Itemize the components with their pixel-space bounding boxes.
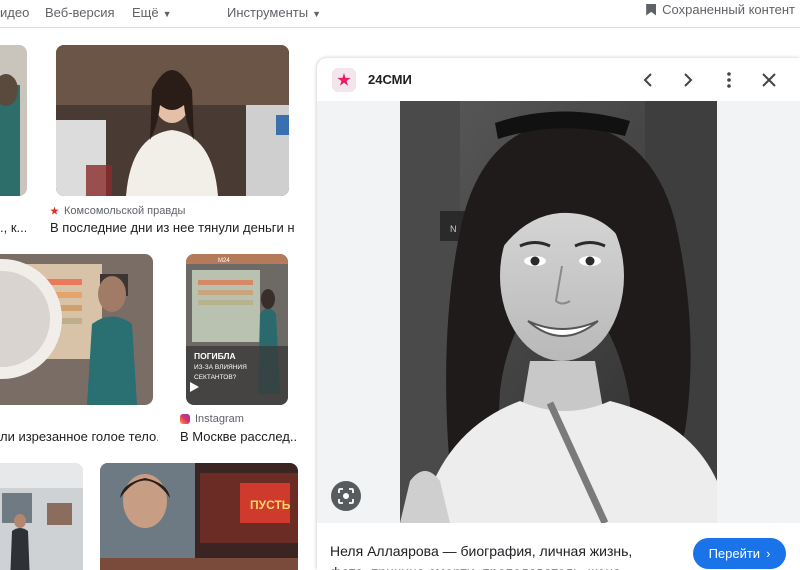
next-icon[interactable]	[676, 68, 700, 92]
image-viewer: N	[317, 101, 800, 523]
preview-image[interactable]: N	[400, 101, 717, 523]
visit-button-label: Перейти	[708, 546, 761, 561]
result-image	[0, 463, 83, 570]
result-image: ПУСТЬ	[100, 463, 298, 570]
result-source: Комсомольской правды	[50, 205, 185, 217]
instagram-favicon-icon	[180, 414, 190, 424]
prev-icon[interactable]	[636, 68, 660, 92]
image-description[interactable]: Неля Аллаярова — биография, личная жизнь…	[330, 541, 670, 570]
result-image	[0, 254, 153, 405]
result-title[interactable]: ., к...	[0, 220, 26, 235]
background-sign: N	[450, 224, 457, 234]
saved-content-label: Сохраненный контент	[662, 2, 795, 17]
panel-footer: Неля Аллаярова — биография, личная жизнь…	[317, 523, 800, 570]
top-nav: идео Веб-версия Ещё ▼ Инструменты ▼ Сохран…	[0, 0, 800, 28]
star-icon	[337, 73, 351, 86]
visit-button[interactable]: Перейти ›	[693, 538, 786, 569]
close-icon[interactable]	[757, 68, 781, 92]
source-logo-icon[interactable]	[332, 68, 356, 92]
panel-header: 24СМИ	[317, 58, 800, 101]
tools-menu[interactable]: Инструменты ▼	[227, 5, 321, 20]
result-image	[0, 45, 27, 196]
chevron-down-icon: ▼	[312, 9, 321, 19]
result-title[interactable]: ли изрезанное голое тело...	[0, 429, 158, 444]
result-image: M24 ПОГИБЛА ИЗ-ЗА ВЛИЯНИЯ СЕКТАНТОВ?	[186, 254, 288, 405]
result-image	[56, 45, 289, 196]
overlay-headline: СЕКТАНТОВ?	[194, 374, 237, 381]
bookmark-icon	[646, 3, 657, 16]
overlay-headline: ПОГИБЛА	[194, 351, 236, 361]
lens-icon[interactable]	[331, 481, 361, 511]
tab-more[interactable]: Ещё ▼	[132, 5, 172, 20]
result-title[interactable]: В последние дни из нее тянули деньги н..…	[50, 220, 295, 235]
tab-more-label: Ещё	[132, 5, 159, 20]
source-name[interactable]: 24СМИ	[368, 72, 412, 87]
result-title[interactable]: В Москве расслед...	[180, 429, 298, 444]
more-vert-icon[interactable]	[717, 68, 741, 92]
overlay-headline: ИЗ-ЗА ВЛИЯНИЯ	[194, 364, 247, 371]
result-thumbnail[interactable]: ПУСТЬ	[100, 463, 298, 570]
kp-favicon-icon	[50, 206, 59, 215]
result-thumbnail[interactable]	[0, 254, 153, 405]
result-thumbnail[interactable]	[0, 463, 83, 570]
tools-label: Инструменты	[227, 5, 309, 20]
overlay-brand: M24	[218, 258, 230, 264]
tab-videos[interactable]: идео	[0, 5, 29, 20]
result-thumbnail[interactable]	[0, 45, 27, 196]
chevron-right-icon: ›	[766, 546, 771, 561]
tab-web[interactable]: Веб-версия	[45, 5, 115, 20]
result-source-label: Комсомольской правды	[64, 205, 186, 217]
chevron-down-icon: ▼	[162, 9, 172, 19]
result-thumbnail[interactable]: M24 ПОГИБЛА ИЗ-ЗА ВЛИЯНИЯ СЕКТАНТОВ?	[186, 254, 288, 405]
saved-content-link[interactable]: Сохраненный контент	[646, 2, 795, 17]
overlay-show-title: ПУСТЬ	[250, 498, 291, 512]
result-source-label: Instagram	[195, 413, 244, 425]
image-preview-panel: 24СМИ N Неля Аллаярова — биография, личн…	[317, 58, 800, 570]
result-thumbnail[interactable]	[56, 45, 289, 196]
result-source: Instagram	[180, 413, 244, 425]
